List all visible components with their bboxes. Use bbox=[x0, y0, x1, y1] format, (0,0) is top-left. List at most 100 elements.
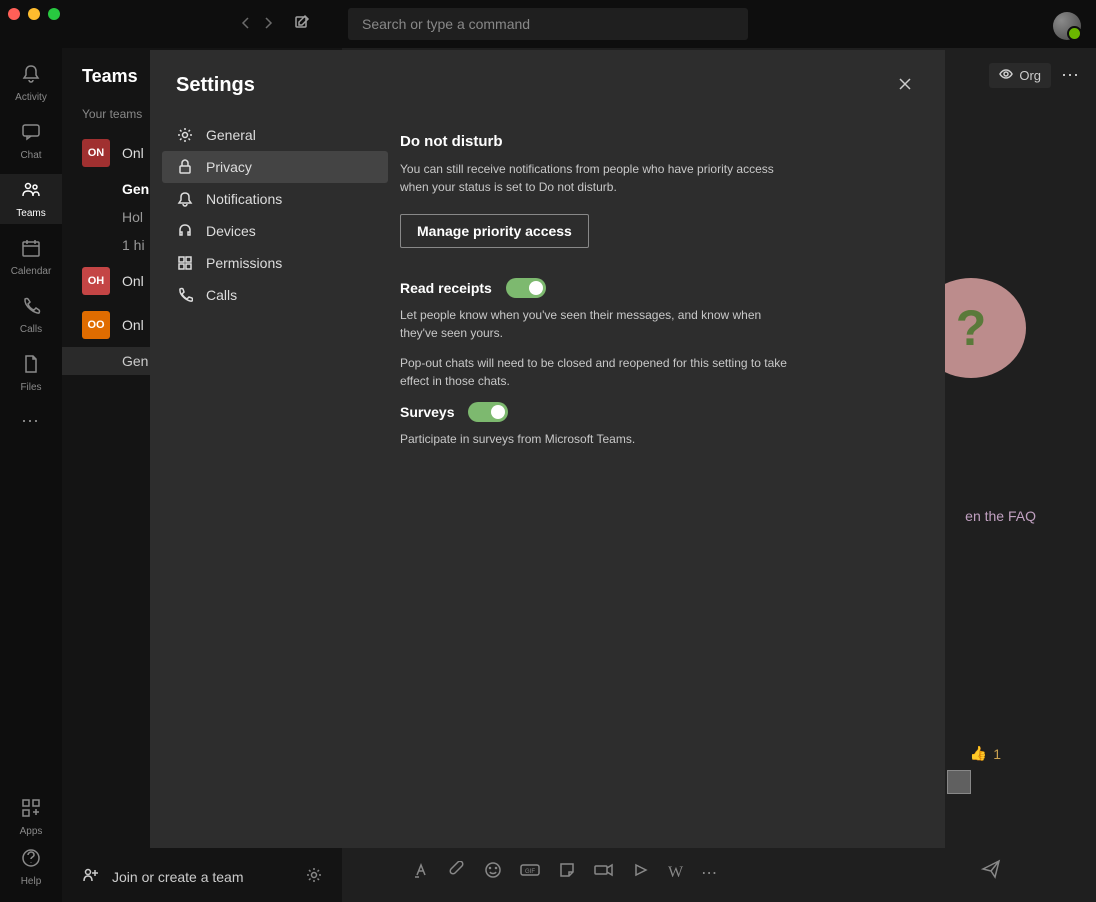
nav-label: Permissions bbox=[206, 255, 282, 271]
surveys-toggle[interactable] bbox=[468, 402, 508, 422]
sticker-icon[interactable] bbox=[558, 861, 576, 884]
team-name: Onl bbox=[122, 317, 144, 333]
meet-icon[interactable] bbox=[594, 862, 614, 883]
surveys-text: Participate in surveys from Microsoft Te… bbox=[400, 430, 800, 448]
teams-icon bbox=[21, 180, 41, 206]
settings-nav-general[interactable]: General bbox=[162, 119, 388, 151]
settings-title: Settings bbox=[162, 74, 388, 97]
forward-arrow-icon[interactable] bbox=[262, 16, 274, 32]
lock-icon bbox=[176, 159, 194, 175]
rail-activity[interactable]: Activity bbox=[0, 58, 62, 108]
gear-icon[interactable] bbox=[306, 867, 322, 886]
rail-label: Help bbox=[21, 876, 42, 887]
org-button[interactable]: Org bbox=[989, 63, 1051, 88]
help-icon bbox=[21, 848, 41, 874]
rail-label: Calls bbox=[20, 324, 42, 335]
content-thumbnail bbox=[947, 770, 971, 794]
phone-icon bbox=[21, 296, 41, 322]
manage-priority-button[interactable]: Manage priority access bbox=[400, 214, 589, 248]
join-create-team[interactable]: Join or create a team bbox=[62, 851, 342, 902]
surveys-heading: Surveys bbox=[400, 404, 454, 420]
rail-help[interactable]: Help bbox=[0, 842, 62, 892]
back-arrow-icon[interactable] bbox=[240, 16, 252, 32]
files-icon bbox=[21, 354, 41, 380]
org-label: Org bbox=[1019, 68, 1041, 83]
faq-link-text: en the FAQ bbox=[965, 508, 1036, 524]
svg-text:GIF: GIF bbox=[525, 869, 535, 875]
eye-icon bbox=[999, 67, 1013, 84]
nav-label: Privacy bbox=[206, 159, 252, 175]
rail-label: Chat bbox=[20, 150, 41, 161]
dnd-heading: Do not disturb bbox=[400, 133, 905, 150]
rail-apps[interactable]: Apps bbox=[0, 792, 62, 842]
settings-nav-privacy[interactable]: Privacy bbox=[162, 151, 388, 183]
stream-icon[interactable] bbox=[632, 861, 650, 884]
join-team-icon bbox=[82, 866, 100, 887]
window-controls bbox=[8, 8, 60, 20]
bell-icon bbox=[176, 191, 194, 207]
close-modal-button[interactable] bbox=[893, 72, 917, 96]
attach-icon[interactable] bbox=[448, 861, 466, 884]
format-icon[interactable] bbox=[412, 861, 430, 884]
reaction-count: 1 bbox=[993, 746, 1001, 762]
settings-modal: Settings General Privacy Notifications D… bbox=[150, 50, 945, 848]
read-receipts-text2: Pop-out chats will need to be closed and… bbox=[400, 354, 800, 390]
nav-label: Notifications bbox=[206, 191, 282, 207]
headset-icon bbox=[176, 223, 194, 239]
title-bar: Search or type a command bbox=[0, 0, 1096, 48]
rail-label: Apps bbox=[20, 826, 43, 837]
reaction-badge[interactable]: 👍 1 bbox=[970, 745, 1001, 762]
user-avatar[interactable] bbox=[1053, 12, 1081, 40]
rail-label: Activity bbox=[15, 92, 47, 103]
rail-chat[interactable]: Chat bbox=[0, 116, 62, 166]
bell-icon bbox=[21, 64, 41, 90]
rail-files[interactable]: Files bbox=[0, 348, 62, 398]
settings-nav-devices[interactable]: Devices bbox=[162, 215, 388, 247]
nav-label: General bbox=[206, 127, 256, 143]
chat-icon bbox=[21, 122, 41, 148]
team-badge: ON bbox=[82, 139, 110, 167]
phone-icon bbox=[176, 287, 194, 303]
gear-icon bbox=[176, 127, 194, 143]
compose-toolbar: GIF W ⋯ bbox=[412, 861, 717, 884]
team-name: Onl bbox=[122, 273, 144, 289]
send-icon[interactable] bbox=[981, 859, 1001, 884]
emoji-icon[interactable] bbox=[484, 861, 502, 884]
read-receipts-toggle[interactable] bbox=[506, 278, 546, 298]
close-window-dot[interactable] bbox=[8, 8, 20, 20]
maximize-window-dot[interactable] bbox=[48, 8, 60, 20]
apps-icon bbox=[21, 798, 41, 824]
settings-nav-calls[interactable]: Calls bbox=[162, 279, 388, 311]
minimize-window-dot[interactable] bbox=[28, 8, 40, 20]
thumbs-up-icon: 👍 bbox=[970, 745, 987, 762]
nav-label: Devices bbox=[206, 223, 256, 239]
search-placeholder: Search or type a command bbox=[362, 16, 530, 32]
nav-label: Calls bbox=[206, 287, 237, 303]
permissions-icon bbox=[176, 255, 194, 271]
left-rail: Activity Chat Teams Calendar Calls bbox=[0, 48, 62, 902]
team-badge: OH bbox=[82, 267, 110, 295]
rail-label: Files bbox=[20, 382, 41, 393]
wiki-icon[interactable]: W bbox=[668, 864, 683, 882]
team-name: Onl bbox=[122, 145, 144, 161]
gif-icon[interactable]: GIF bbox=[520, 862, 540, 883]
rail-teams[interactable]: Teams bbox=[0, 174, 62, 224]
read-receipts-text1: Let people know when you've seen their m… bbox=[400, 306, 800, 342]
settings-nav-notifications[interactable]: Notifications bbox=[162, 183, 388, 215]
search-input[interactable]: Search or type a command bbox=[348, 8, 748, 40]
rail-more-icon[interactable]: ⋯ bbox=[21, 411, 41, 432]
rail-calendar[interactable]: Calendar bbox=[0, 232, 62, 282]
rail-calls[interactable]: Calls bbox=[0, 290, 62, 340]
calendar-icon bbox=[21, 238, 41, 264]
rail-label: Teams bbox=[16, 208, 45, 219]
team-badge: OO bbox=[82, 311, 110, 339]
more-compose-icon[interactable]: ⋯ bbox=[701, 863, 717, 883]
more-options-icon[interactable]: ⋯ bbox=[1061, 65, 1081, 86]
settings-nav-permissions[interactable]: Permissions bbox=[162, 247, 388, 279]
join-team-label: Join or create a team bbox=[112, 869, 244, 885]
settings-sidebar: Settings General Privacy Notifications D… bbox=[150, 50, 400, 848]
read-receipts-heading: Read receipts bbox=[400, 280, 492, 296]
compose-icon[interactable] bbox=[294, 14, 310, 35]
settings-content: Do not disturb You can still receive not… bbox=[400, 50, 945, 848]
dnd-description: You can still receive notifications from… bbox=[400, 160, 800, 196]
